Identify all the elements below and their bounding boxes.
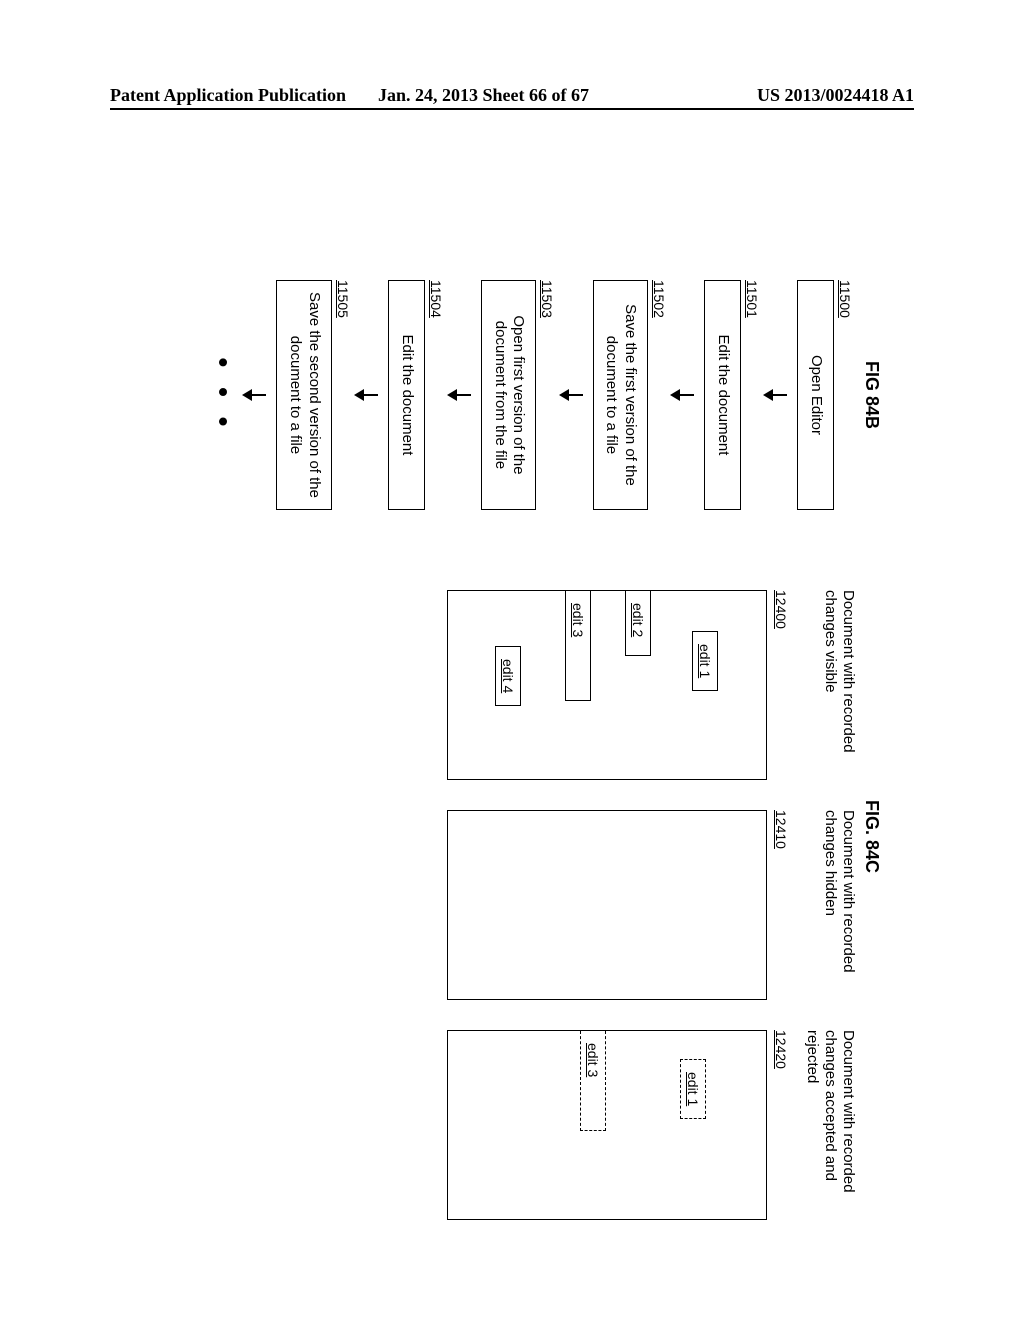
flow-step-1: 11501 Edit the document [704, 280, 760, 510]
arrow-icon [760, 280, 791, 510]
doc-col-hidden: Document with recorded changes hidden 12… [447, 810, 857, 1000]
fig-84b-flowchart: FIG 84B 11500 Open Editor 11501 Edit the… [207, 280, 882, 510]
header-center: Jan. 24, 2013 Sheet 66 of 67 [378, 85, 646, 106]
doc-col-visible: Document with recorded changes visible 1… [447, 590, 857, 780]
doc-caption-accepted: Document with recorded changes accepted … [795, 1030, 857, 1220]
doc-box-accepted: edit 1 edit 3 [447, 1030, 767, 1220]
arrow-icon [555, 280, 586, 510]
flow-box-edit-1: Edit the document [704, 280, 741, 510]
flow-step-2: 11502 Save the first version of the docu… [593, 280, 668, 510]
header-rule [110, 108, 914, 110]
flow-step-5: 11505 Save the second version of the doc… [276, 280, 351, 510]
flow-box-edit-2: Edit the document [388, 280, 425, 510]
flow-box-save-second: Save the second version of the document … [276, 280, 332, 510]
flow-step-0: 11500 Open Editor [797, 280, 853, 510]
edit-box: edit 2 [625, 591, 651, 656]
ref-11504: 11504 [428, 280, 444, 510]
edit-box-dashed: edit 3 [580, 1031, 606, 1131]
figure-container: FIG 84B 11500 Open Editor 11501 Edit the… [0, 150, 1024, 1150]
edit-box-dashed: edit 1 [680, 1059, 706, 1119]
flow-box-open-editor: Open Editor [797, 280, 834, 510]
edit-box: edit 4 [495, 646, 521, 706]
ref-12410: 12410 [773, 810, 789, 1000]
page-header: Patent Application Publication Jan. 24, … [0, 85, 1024, 106]
doc-caption-hidden: Document with recorded changes hidden [795, 810, 857, 1000]
ref-12420: 12420 [773, 1030, 789, 1220]
doc-col-accepted: Document with recorded changes accepted … [447, 1030, 857, 1220]
flow-step-3: 11503 Open first version of the document… [481, 280, 556, 510]
ref-11500: 11500 [837, 280, 853, 510]
ellipsis-icon: • • • [207, 280, 239, 510]
header-left: Patent Application Publication [110, 85, 378, 106]
edit-box: edit 1 [692, 631, 718, 691]
arrow-icon [351, 280, 382, 510]
fig-84c-docs: FIG. 84C Document with recorded changes … [447, 590, 882, 1230]
ref-11502: 11502 [651, 280, 667, 510]
arrow-icon [444, 280, 475, 510]
ref-12400: 12400 [773, 590, 789, 780]
doc-row: Document with recorded changes visible 1… [447, 590, 857, 1230]
doc-box-hidden [447, 810, 767, 1000]
fig-84b-label: FIG 84B [861, 280, 882, 510]
header-right: US 2013/0024418 A1 [646, 85, 914, 106]
flow-box-save-first: Save the first version of the document t… [593, 280, 649, 510]
doc-caption-visible: Document with recorded changes visible [795, 590, 857, 780]
flow-box-open-first: Open first version of the document from … [481, 280, 537, 510]
fig-84c-label: FIG. 84C [861, 800, 882, 1230]
doc-box-visible: edit 1 edit 2 edit 3 edit 4 [447, 590, 767, 780]
flow-step-4: 11504 Edit the document [388, 280, 444, 510]
ref-11503: 11503 [539, 280, 555, 510]
edit-box: edit 3 [565, 591, 591, 701]
ref-11501: 11501 [744, 280, 760, 510]
ref-11505: 11505 [335, 280, 351, 510]
arrow-icon [667, 280, 698, 510]
arrow-icon [239, 280, 270, 510]
rotated-stage: FIG 84B 11500 Open Editor 11501 Edit the… [112, 250, 912, 1250]
